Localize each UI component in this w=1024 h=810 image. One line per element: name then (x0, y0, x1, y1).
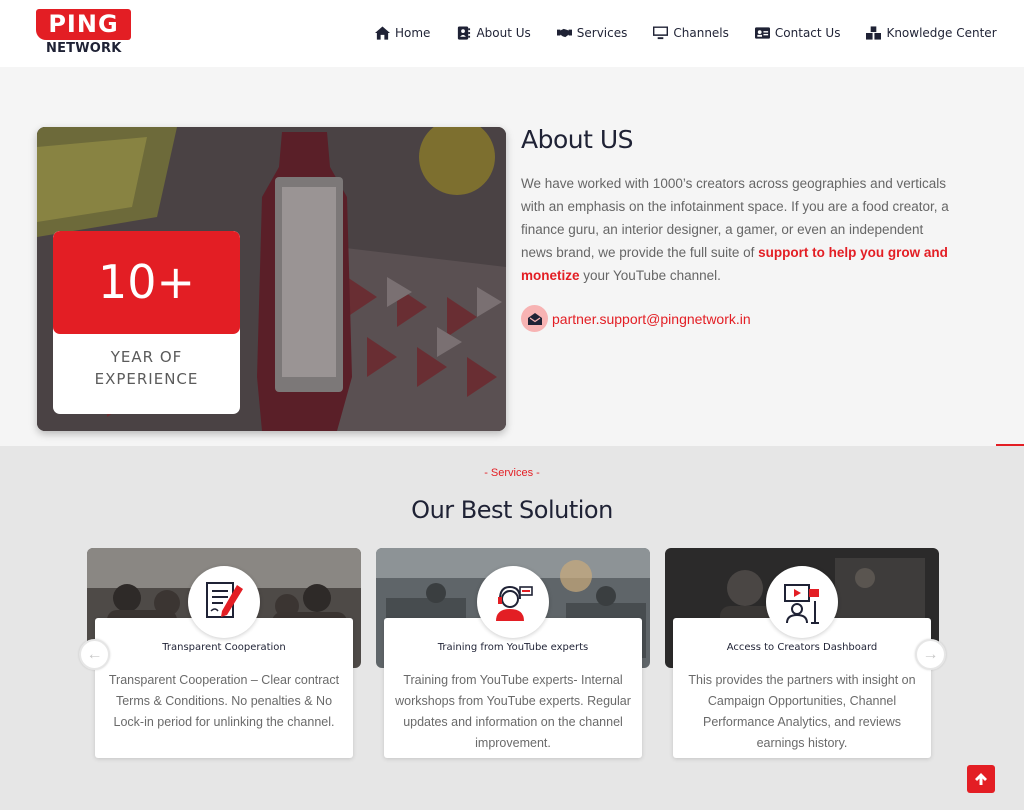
about-section: 10+ YEAR OF EXPERIENCE About US We have … (0, 67, 1024, 446)
home-icon (375, 26, 390, 40)
nav-knowledge-center-label: Knowledge Center (886, 26, 997, 40)
arrow-left-icon: ← (86, 645, 103, 663)
service-card-icon-badge (766, 566, 838, 638)
nav-home-label: Home (395, 26, 431, 40)
main-menu: Home About Us Services Channels Contact … (375, 24, 997, 42)
nav-contact-us[interactable]: Contact Us (754, 24, 841, 42)
experience-label: YEAR OF EXPERIENCE (94, 348, 199, 388)
nav-services[interactable]: Services (556, 24, 628, 42)
partner-email-text: partner.support@pingnetwork.in (552, 310, 751, 327)
about-title: About US (521, 125, 634, 154)
carousel-prev-button[interactable]: ← (79, 639, 110, 670)
arrow-up-icon (975, 773, 987, 785)
logo-network-text: NETWORK (46, 41, 122, 56)
service-card-title: Access to Creators Dashboard (726, 642, 878, 653)
about-text-outro: your YouTube channel. (579, 268, 721, 283)
service-card-transparent-cooperation[interactable]: Transparent Cooperation Transparent Coop… (87, 548, 361, 758)
services-kicker: - Services - (484, 467, 540, 479)
boxes-icon (866, 26, 882, 40)
ping-network-logo[interactable]: PING NETWORK (36, 9, 132, 59)
services-section: - Services - Our Best Solution Transpare… (0, 446, 1024, 810)
top-navbar: PING NETWORK Home About Us Services Chan… (0, 0, 1024, 67)
service-card-description: This provides the partners with insight … (688, 673, 916, 750)
nav-contact-us-label: Contact Us (774, 26, 841, 40)
creator-studio-icon (784, 584, 819, 624)
service-card-description: Training from YouTube experts- Internal … (395, 673, 631, 750)
service-card-body: Transparent Cooperation Transparent Coop… (95, 618, 353, 758)
service-card-body: Access to Creators Dashboard This provid… (673, 618, 931, 758)
logo-ping-text: PING (36, 9, 131, 40)
service-card-icon-badge (188, 566, 260, 638)
monitor-icon (653, 26, 669, 40)
service-card-training[interactable]: Training from YouTube experts Training f… (376, 548, 650, 758)
services-title: Our Best Solution (411, 496, 613, 524)
service-card-description: Transparent Cooperation – Clear contract… (108, 673, 340, 729)
service-card-icon-badge (477, 566, 549, 638)
experience-card: 10+ YEAR OF EXPERIENCE (53, 231, 240, 414)
nav-about-us[interactable]: About Us (456, 24, 531, 42)
service-card-title: Transparent Cooperation (162, 642, 286, 653)
address-book-icon (458, 26, 471, 40)
about-description: We have worked with 1000’s creators acro… (521, 172, 951, 287)
nav-services-label: Services (576, 26, 628, 40)
service-card-title: Training from YouTube experts (437, 642, 589, 653)
partner-email-link[interactable]: partner.support@pingnetwork.in (521, 305, 751, 332)
nav-channels[interactable]: Channels (653, 24, 729, 42)
nav-channels-label: Channels (673, 26, 729, 40)
nav-about-us-label: About Us (476, 26, 531, 40)
support-agent-icon (496, 585, 533, 621)
arrow-right-icon: → (922, 645, 939, 663)
handshake-icon (556, 28, 572, 38)
nav-home[interactable]: Home (375, 24, 430, 42)
service-card-creators-dashboard[interactable]: Access to Creators Dashboard This provid… (665, 548, 939, 758)
experience-value: 10+ (53, 231, 240, 334)
service-card-body: Training from YouTube experts Training f… (384, 618, 642, 758)
envelope-open-icon (521, 305, 548, 332)
id-card-icon (754, 27, 770, 39)
scroll-to-top-button[interactable] (967, 765, 995, 793)
contract-signing-icon (206, 582, 243, 618)
nav-knowledge-center[interactable]: Knowledge Center (866, 24, 997, 42)
carousel-next-button[interactable]: → (915, 639, 946, 670)
